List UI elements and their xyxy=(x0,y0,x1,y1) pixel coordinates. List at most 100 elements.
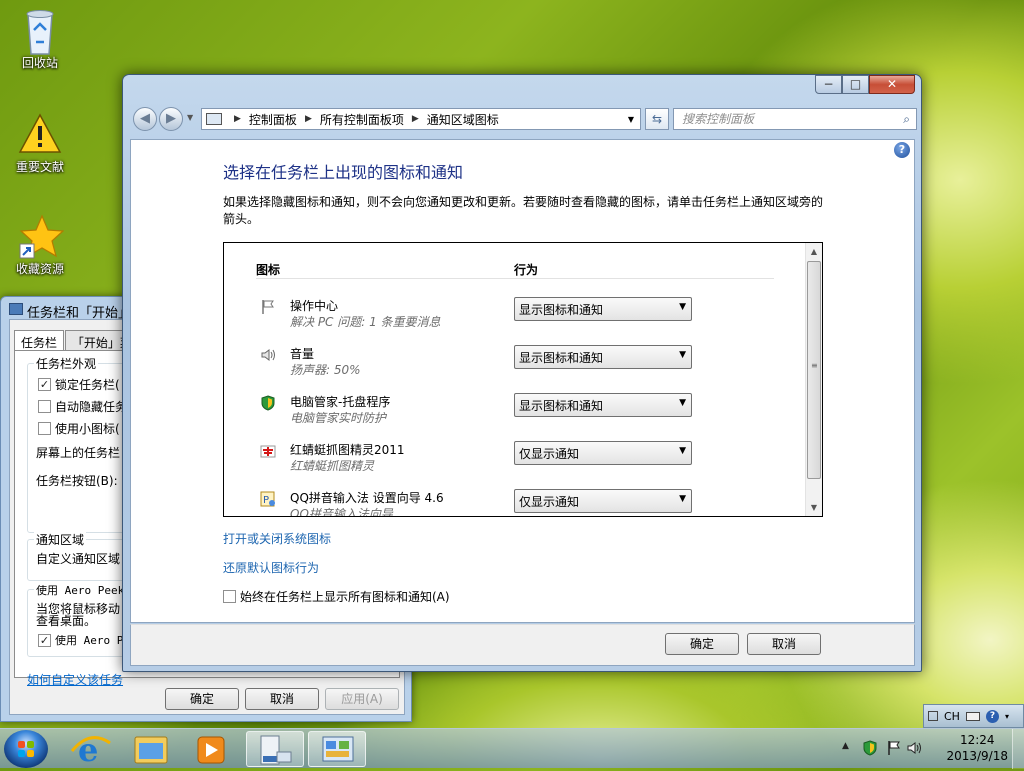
chevron-down-icon: ▼ xyxy=(679,446,686,456)
options-chevron-icon[interactable]: ▾ xyxy=(1005,712,1009,721)
search-input[interactable]: 搜索控制面板 ⌕ xyxy=(673,108,917,130)
group-notify-legend: 通知区域 xyxy=(34,531,87,548)
list-scrollbar[interactable]: ▲ ≡ ▼ xyxy=(805,243,822,516)
taskbar-media-player[interactable] xyxy=(182,731,240,767)
check-lock-taskbar[interactable]: ✓ 锁定任务栏( xyxy=(38,376,120,393)
tray-expand-icon[interactable]: ▲ xyxy=(842,741,849,751)
behavior-value: 显示图标和通知 xyxy=(519,303,604,317)
search-icon[interactable]: ⌕ xyxy=(903,109,910,129)
dialog-tabs: 任务栏 「开始」菜 xyxy=(14,328,139,354)
desktop-icon-label: 收藏资源 xyxy=(15,262,64,276)
control-panel-icon xyxy=(206,113,222,125)
row-subtitle: 解决 PC 问题: 1 条重要消息 xyxy=(290,315,441,329)
warning-icon xyxy=(18,112,62,156)
row-subtitle: QQ拼音输入法向导 xyxy=(290,507,393,517)
behavior-select[interactable]: 显示图标和通知 ▼ xyxy=(514,297,692,321)
cancel-button[interactable]: 取消 xyxy=(747,633,821,655)
minimize-button[interactable]: − xyxy=(815,75,842,94)
media-player-icon xyxy=(197,736,225,764)
desktop-icon-label: 重要文献 xyxy=(15,160,64,174)
shield-icon xyxy=(260,395,276,411)
behavior-select[interactable]: 显示图标和通知 ▼ xyxy=(514,345,692,369)
tray-shield-icon[interactable] xyxy=(862,740,878,759)
address-dropdown-icon[interactable]: ▼ xyxy=(628,115,634,124)
aero-peek-legend: 使用 Aero Peek xyxy=(34,582,127,598)
desktop-icon-favorites[interactable]: 收藏资源 xyxy=(0,214,80,277)
notification-icon-list[interactable]: 图标 行为 操作中心 解决 PC 问题: 1 条重要消息 显示图标和通知 ▼ 音… xyxy=(223,242,823,517)
check-label: 锁定任务栏( xyxy=(55,378,120,392)
clock-time: 12:24 xyxy=(959,733,995,747)
help-customize-link[interactable]: 如何自定义该任务 xyxy=(27,671,123,688)
recycle-bin-icon xyxy=(18,8,62,55)
show-desktop-button[interactable] xyxy=(1012,729,1024,769)
always-show-all-row[interactable]: 始终在任务栏上显示所有图标和通知(A) xyxy=(223,588,450,605)
dragonfly-icon xyxy=(260,443,276,459)
dialog-cancel-button[interactable]: 取消 xyxy=(245,688,319,710)
behavior-select[interactable]: 仅显示通知 ▼ xyxy=(514,489,692,513)
clock[interactable]: 12:24 2013/9/18 xyxy=(946,732,1008,764)
checkbox[interactable]: ✓ xyxy=(38,633,51,647)
check-small-icons[interactable]: 使用小图标( xyxy=(38,420,120,437)
taskbar-explorer[interactable] xyxy=(122,731,180,767)
maximize-button[interactable]: □ xyxy=(842,75,869,94)
behavior-select[interactable]: 仅显示通知 ▼ xyxy=(514,441,692,465)
page-title: 选择在任务栏上出现的图标和通知 xyxy=(223,163,464,182)
taskbar-buttons-label: 任务栏按钮(B): xyxy=(36,474,118,488)
scroll-up-icon[interactable]: ▲ xyxy=(806,243,822,260)
checkbox[interactable] xyxy=(38,400,51,413)
checkbox[interactable] xyxy=(38,422,51,435)
list-header: 图标 行为 xyxy=(256,261,774,279)
desktop-icon-recycle-bin[interactable]: 回收站 xyxy=(0,8,80,71)
breadcrumb-item[interactable]: 所有控制面板项 xyxy=(320,111,404,128)
dialog-apply-button[interactable]: 应用(A) xyxy=(325,688,399,710)
scroll-thumb[interactable]: ≡ xyxy=(807,261,821,479)
taskbar-control-panel[interactable] xyxy=(308,731,366,767)
desktop-icon-documents[interactable]: 重要文献 xyxy=(0,112,80,175)
list-row: 操作中心 解决 PC 问题: 1 条重要消息 显示图标和通知 ▼ xyxy=(256,295,776,339)
toggle-system-icons-link[interactable]: 打开或关闭系统图标 xyxy=(223,530,331,547)
help-icon[interactable]: ? xyxy=(894,142,910,158)
breadcrumb-item[interactable]: 通知区域图标 xyxy=(427,111,499,128)
breadcrumb-item[interactable]: 控制面板 xyxy=(249,111,297,128)
column-header-behavior: 行为 xyxy=(514,263,539,277)
dialog-ok-button[interactable]: 确定 xyxy=(165,688,239,710)
ok-button[interactable]: 确定 xyxy=(665,633,739,655)
breadcrumb-arrow-icon[interactable]: ▶ xyxy=(234,114,241,124)
behavior-value: 显示图标和通知 xyxy=(519,399,604,413)
address-bar[interactable]: ▶ 控制面板 ▶ 所有控制面板项 ▶ 通知区域图标 ▼ xyxy=(201,108,641,130)
list-row: 红蜻蜓抓图精灵2011 红蜻蜓抓图精灵 仅显示通知 ▼ xyxy=(256,439,776,483)
forward-button[interactable]: ▶ xyxy=(159,107,183,131)
restore-default-behaviors-link[interactable]: 还原默认图标行为 xyxy=(223,559,319,576)
logo-green xyxy=(27,741,34,748)
language-indicator[interactable]: CH xyxy=(944,710,960,723)
check-aero-peek[interactable]: ✓ 使用 Aero Pe xyxy=(38,632,130,648)
flag-icon xyxy=(260,299,276,315)
back-button[interactable]: ◀ xyxy=(133,107,157,131)
tray-flag-icon[interactable] xyxy=(886,740,902,759)
checkbox[interactable]: ✓ xyxy=(38,378,51,391)
start-button[interactable] xyxy=(4,730,48,768)
keyboard-icon[interactable] xyxy=(965,711,980,721)
breadcrumb-arrow-icon[interactable]: ▶ xyxy=(412,114,419,124)
refresh-button[interactable]: ⇆ xyxy=(645,108,669,130)
language-bar[interactable]: CH ? ▾ xyxy=(923,704,1024,728)
list-row: 音量 扬声器: 50% 显示图标和通知 ▼ xyxy=(256,343,776,387)
taskbar-internet-explorer[interactable]: e xyxy=(62,731,120,769)
close-button[interactable]: ✕ xyxy=(869,75,915,94)
scroll-down-icon[interactable]: ▼ xyxy=(806,499,822,516)
control-panel-window[interactable]: − □ ✕ ◀ ▶ ▼ ▶ 控制面板 ▶ 所有控制面板项 ▶ 通知区域图标 ▼ … xyxy=(122,74,922,672)
check-autohide[interactable]: 自动隐藏任务 xyxy=(38,398,127,415)
forward-arrow-icon: ▶ xyxy=(166,111,176,126)
always-show-checkbox[interactable] xyxy=(223,590,236,603)
search-placeholder: 搜索控制面板 xyxy=(682,112,755,126)
windows-logo-icon xyxy=(18,741,34,757)
tray-volume-icon[interactable] xyxy=(906,740,924,759)
group-appearance-legend: 任务栏外观 xyxy=(34,355,99,372)
taskbar-taskbar-properties[interactable] xyxy=(246,731,304,767)
behavior-select[interactable]: 显示图标和通知 ▼ xyxy=(514,393,692,417)
breadcrumb-arrow-icon[interactable]: ▶ xyxy=(305,114,312,124)
recent-pages-chevron-icon[interactable]: ▼ xyxy=(187,113,193,122)
help-icon[interactable]: ? xyxy=(985,709,999,723)
content-pane: ? 选择在任务栏上出现的图标和通知 如果选择隐藏图标和通知，则不会向您通知更改和… xyxy=(130,139,915,623)
input-method-icon[interactable] xyxy=(928,711,938,721)
